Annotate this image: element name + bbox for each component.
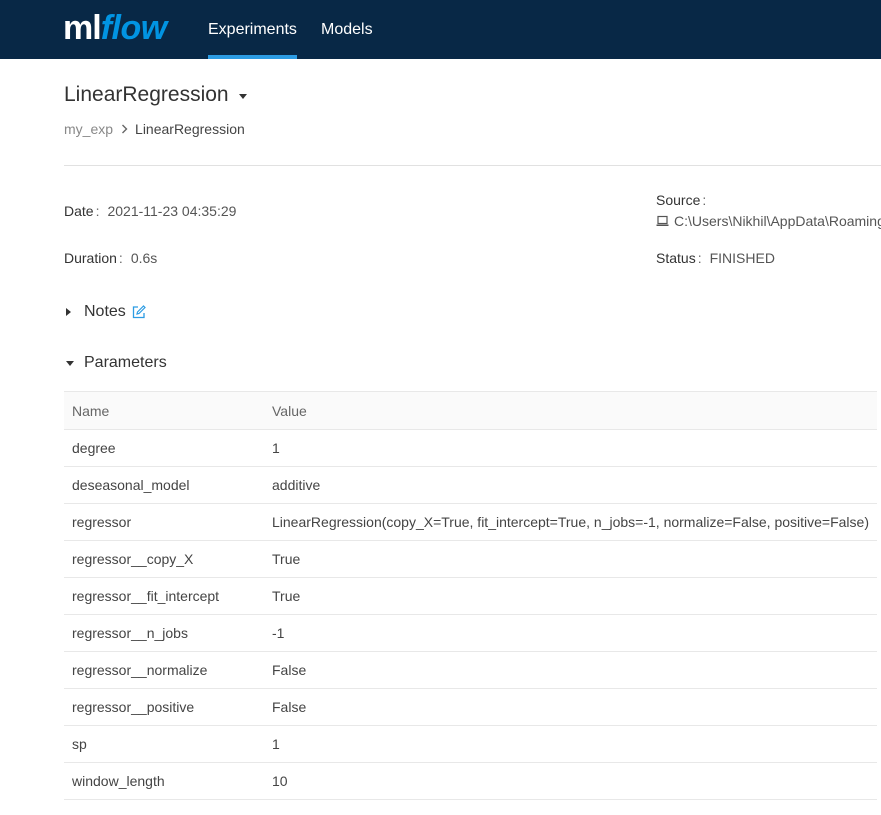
column-header-name[interactable]: Name [64,391,264,430]
notes-section-toggle[interactable]: Notes [66,303,146,321]
param-value: True [264,577,877,615]
status-metadata: Status: FINISHED [656,250,775,266]
page-title: LinearRegression [64,83,229,106]
table-row: regressor LinearRegression(copy_X=True, f… [64,503,877,541]
date-value: 2021-11-23 04:35:29 [107,203,237,219]
nav-tab-models[interactable]: Models [321,0,373,59]
parameters-table: Name Value degree 1 deseasonal_model addit… [64,391,877,800]
source-label: Source [656,192,701,208]
param-name: degree [64,429,264,467]
edit-icon[interactable] [132,305,146,319]
logo-flow-text: flow [100,9,167,47]
table-row: regressor__normalize False [64,651,877,689]
duration-label: Duration [64,250,117,266]
column-header-value[interactable]: Value [264,391,877,430]
breadcrumb-experiment-link[interactable]: my_exp [64,121,113,137]
source-metadata: Source: [656,192,707,208]
nav-tab-models-label: Models [321,21,373,38]
param-name: deseasonal_model [64,466,264,504]
run-title-row: LinearRegression [64,80,247,110]
param-name: window_length [64,762,264,800]
parameters-section-label: Parameters [84,354,167,371]
duration-value: 0.6s [130,250,158,266]
date-metadata: Date:2021-11-23 04:35:29 [64,203,237,219]
table-row: window_length 10 [64,762,877,800]
status-label: Status [656,250,696,266]
table-header-row: Name Value [64,391,877,430]
breadcrumb: my_exp LinearRegression [64,121,245,137]
param-value: 10 [264,762,877,800]
nav-tab-experiments-label: Experiments [208,21,297,38]
laptop-icon [656,215,669,226]
notes-section-label: Notes [84,303,126,320]
duration-metadata: Duration:0.6s [64,250,158,266]
table-row: regressor__copy_X True [64,540,877,578]
param-name: regressor__fit_intercept [64,577,264,615]
param-name: regressor__positive [64,688,264,726]
param-value: additive [264,466,877,504]
table-row: regressor__n_jobs -1 [64,614,877,652]
status-value: FINISHED [709,250,775,266]
param-name: regressor__copy_X [64,540,264,578]
param-value: False [264,651,877,689]
caret-down-icon[interactable] [238,93,247,99]
parameters-table-body: degree 1 deseasonal_model additive regress… [64,429,877,800]
caret-down-icon [66,360,74,366]
date-label: Date [64,203,94,219]
param-name: regressor__n_jobs [64,614,264,652]
table-row: deseasonal_model additive [64,466,877,504]
param-name: regressor__normalize [64,651,264,689]
nav-tab-experiments[interactable]: Experiments [208,0,297,59]
param-value: 1 [264,725,877,763]
chevron-right-icon [113,124,135,134]
parameters-section-toggle[interactable]: Parameters [66,354,167,372]
param-name: regressor [64,503,264,541]
header-divider [64,165,881,166]
param-value: 1 [264,429,877,467]
table-row: degree 1 [64,429,877,467]
param-value: LinearRegression(copy_X=True, fit_interc… [264,503,877,541]
breadcrumb-current: LinearRegression [135,121,245,137]
top-navbar: ml flow Experiments Models [0,0,881,59]
source-value: C:\Users\Nikhil\AppData\Roaming [674,213,881,229]
param-value: False [264,688,877,726]
param-value: True [264,540,877,578]
caret-right-icon [66,308,71,316]
table-row: regressor__fit_intercept True [64,577,877,615]
mlflow-logo[interactable]: ml flow [63,8,167,48]
table-row: sp 1 [64,725,877,763]
source-path[interactable]: C:\Users\Nikhil\AppData\Roaming [656,213,881,229]
param-name: sp [64,725,264,763]
param-value: -1 [264,614,877,652]
table-row: regressor__positive False [64,688,877,726]
logo-ml-text: ml [63,9,102,47]
